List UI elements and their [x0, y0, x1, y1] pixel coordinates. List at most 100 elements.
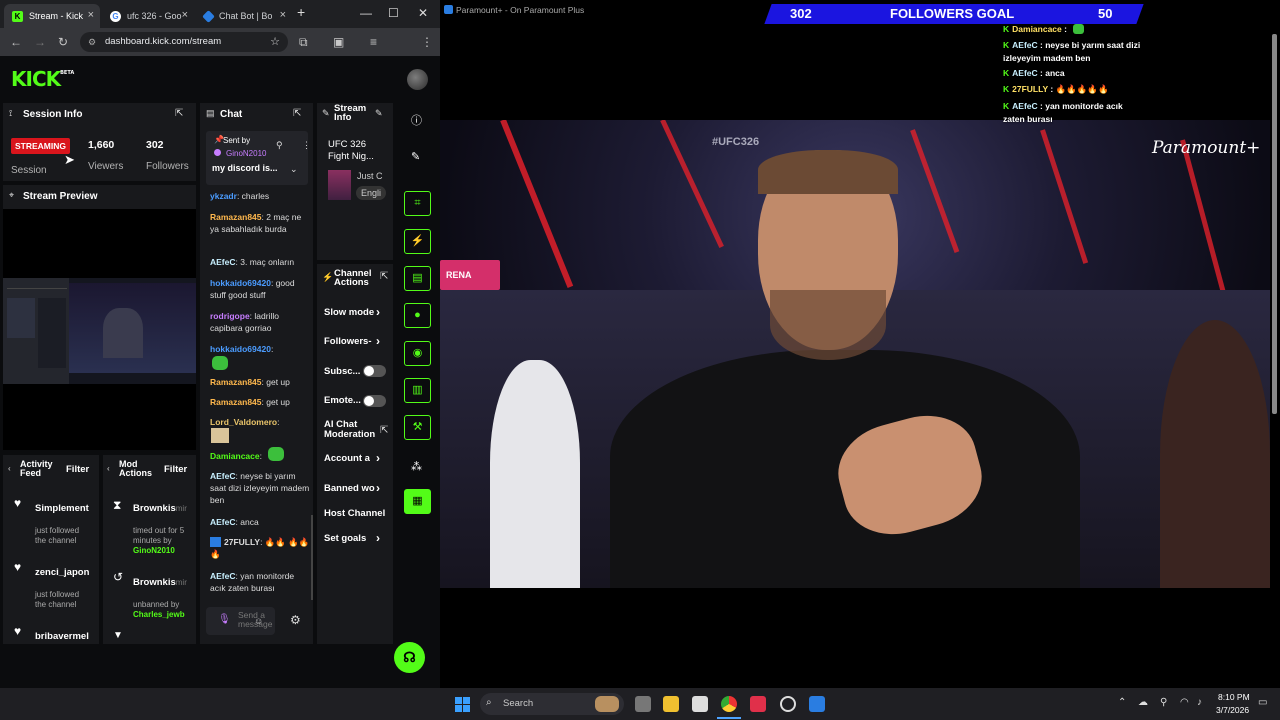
chat-message[interactable]: Ramazan845: 2 maç ne ya sabahladık burda: [210, 211, 310, 235]
chevron-right-icon[interactable]: ›: [376, 305, 380, 319]
task-view-icon[interactable]: [635, 696, 651, 712]
chat-message[interactable]: AEfeC: 3. maç onların: [210, 256, 310, 268]
close-tab-icon[interactable]: ×: [88, 9, 94, 21]
account-age-item[interactable]: Account a: [324, 453, 370, 464]
chevron-left-icon[interactable]: ‹: [8, 464, 11, 473]
volume-icon[interactable]: ♪: [1197, 697, 1202, 708]
taskbar-search[interactable]: ⌕ Search: [480, 693, 624, 715]
chat-message[interactable]: hokkaido69420: good stuff good stuff: [210, 277, 310, 301]
menu-icon[interactable]: ⋮: [421, 35, 433, 49]
activity-user[interactable]: bribavermel: [35, 631, 89, 642]
close-tab-icon[interactable]: ×: [280, 9, 286, 21]
chat-message[interactable]: AEfeC: anca: [210, 516, 310, 528]
chevron-down-icon[interactable]: ⌄: [290, 164, 298, 175]
reload-icon[interactable]: ↻: [58, 35, 68, 49]
forward-icon[interactable]: →: [34, 35, 46, 49]
set-goals-item[interactable]: Set goals: [324, 533, 366, 544]
subscribers-toggle[interactable]: [363, 365, 386, 377]
settings-icon[interactable]: [780, 696, 796, 712]
clapper-button[interactable]: ▦: [404, 489, 431, 514]
gear-icon[interactable]: ⚙: [290, 613, 301, 627]
banned-words-item[interactable]: Banned wo: [324, 483, 375, 494]
external-link-icon[interactable]: ⇱: [380, 425, 388, 436]
app-icon[interactable]: [809, 696, 825, 712]
unpin-icon[interactable]: ⚲: [276, 140, 283, 151]
chevron-right-icon[interactable]: ›: [376, 481, 380, 495]
minimize-button[interactable]: —: [360, 6, 372, 20]
share-icon[interactable]: ⁂: [411, 460, 422, 473]
chat-message[interactable]: rodrigope: ladrillo capibara gorriao: [210, 310, 310, 334]
tab-google[interactable]: G ufc 326 - Goo ×: [102, 4, 194, 28]
chat-bubble-button[interactable]: ●: [404, 303, 431, 328]
emote-toggle[interactable]: [363, 395, 386, 407]
close-tab-icon[interactable]: ×: [182, 9, 188, 21]
more-icon[interactable]: ⋮: [302, 140, 311, 151]
mod-user[interactable]: Brownkismir: [133, 503, 187, 514]
cast-icon[interactable]: ▣: [333, 35, 344, 49]
info-icon[interactable]: ⓘ: [411, 112, 422, 128]
bookmark-star-icon[interactable]: ☆: [270, 32, 280, 52]
pinned-message[interactable]: 📌 Sent by GinoN2010 my discord is... ⚲ ⋮…: [206, 131, 311, 185]
notes-button[interactable]: ▤: [404, 266, 431, 291]
host-channel-item[interactable]: Host Channel: [324, 508, 385, 519]
page-scrollbar[interactable]: [1272, 34, 1277, 414]
edit-icon[interactable]: ✎: [375, 108, 383, 119]
wrench-button[interactable]: ⚒: [404, 415, 431, 440]
tab-stream[interactable]: K Stream - Kick ×: [4, 4, 100, 28]
tab-chatbot[interactable]: Chat Bot | Bo ×: [196, 4, 292, 28]
clip-button[interactable]: ⌗: [404, 191, 431, 216]
mic-icon[interactable]: ⚲: [1160, 697, 1167, 708]
back-icon[interactable]: ←: [10, 35, 22, 49]
emoji-icon[interactable]: ☺: [254, 616, 263, 626]
new-tab-button[interactable]: +: [297, 4, 305, 20]
cloud-icon[interactable]: ☁: [1138, 697, 1148, 708]
activity-filter-button[interactable]: Filter: [66, 464, 89, 475]
activity-user[interactable]: Simplement: [35, 503, 89, 514]
lightning-button[interactable]: ⚡: [404, 229, 431, 254]
chevron-left-icon[interactable]: ‹: [107, 464, 110, 473]
chat-message[interactable]: Lord_Valdomero:: [210, 416, 310, 428]
broadcast-button[interactable]: ◉: [404, 341, 431, 366]
chevron-right-icon[interactable]: ›: [376, 334, 380, 348]
mod-user[interactable]: Brownkismir: [133, 577, 187, 588]
kick-logo[interactable]: KICKBETA: [11, 67, 74, 91]
chat-scrollbar[interactable]: [311, 515, 313, 600]
chevron-up-icon[interactable]: ⌃: [1118, 697, 1126, 708]
mod-filter-button[interactable]: Filter: [164, 464, 187, 475]
chevron-right-icon[interactable]: ›: [376, 531, 380, 545]
chat-message[interactable]: AEfeC: yan monitorde acık zaten burası: [210, 570, 310, 594]
chat-message[interactable]: Ramazan845: get up: [210, 376, 310, 388]
slow-mode-item[interactable]: Slow mode: [324, 307, 374, 318]
store-icon[interactable]: [692, 696, 708, 712]
close-window-button[interactable]: ✕: [418, 6, 428, 20]
avatar[interactable]: [407, 69, 428, 90]
chat-message[interactable]: Damiancace:: [210, 450, 310, 462]
chat-message[interactable]: Ramazan845: get up: [210, 396, 310, 408]
notification-icon[interactable]: ▭: [1258, 697, 1267, 708]
chat-message[interactable]: 27FULLY: 🔥🔥 🔥🔥🔥: [210, 536, 310, 560]
chrome-icon[interactable]: [721, 696, 737, 712]
support-headset-icon[interactable]: ☊: [394, 642, 425, 673]
popout-icon[interactable]: ⇱: [175, 108, 183, 119]
preview-video[interactable]: [3, 278, 196, 384]
followers-only-item[interactable]: Followers-: [324, 336, 372, 347]
activity-user[interactable]: zenci_japon: [35, 567, 89, 578]
media-icon[interactable]: ≡: [370, 35, 377, 49]
popout-icon[interactable]: ⇱: [293, 108, 301, 119]
chat-message[interactable]: ykzadr: charles: [210, 190, 310, 202]
maximize-button[interactable]: ☐: [388, 6, 399, 20]
clock-time[interactable]: 8:10 PM: [1218, 692, 1250, 702]
video-player[interactable]: RENA #UFC326 Paramount+: [440, 120, 1270, 588]
chat-message[interactable]: AEfeC: neyse bi yarım saat dizi izleyeyi…: [210, 470, 310, 506]
chat-input[interactable]: 🎙 Send a message ☺: [206, 607, 275, 635]
clock-date[interactable]: 3/7/2026: [1216, 705, 1249, 715]
music-icon[interactable]: [750, 696, 766, 712]
file-explorer-icon[interactable]: [663, 696, 679, 712]
wifi-icon[interactable]: ◠: [1180, 697, 1189, 708]
extensions-icon[interactable]: ⧉: [299, 35, 308, 50]
chevron-right-icon[interactable]: ›: [376, 451, 380, 465]
mic-icon[interactable]: 🎙: [218, 614, 231, 625]
windows-start-icon[interactable]: [455, 697, 470, 712]
ai-moderation-item[interactable]: AI Chat Moderation: [324, 420, 379, 440]
chat-message[interactable]: hokkaido69420:: [210, 343, 310, 355]
